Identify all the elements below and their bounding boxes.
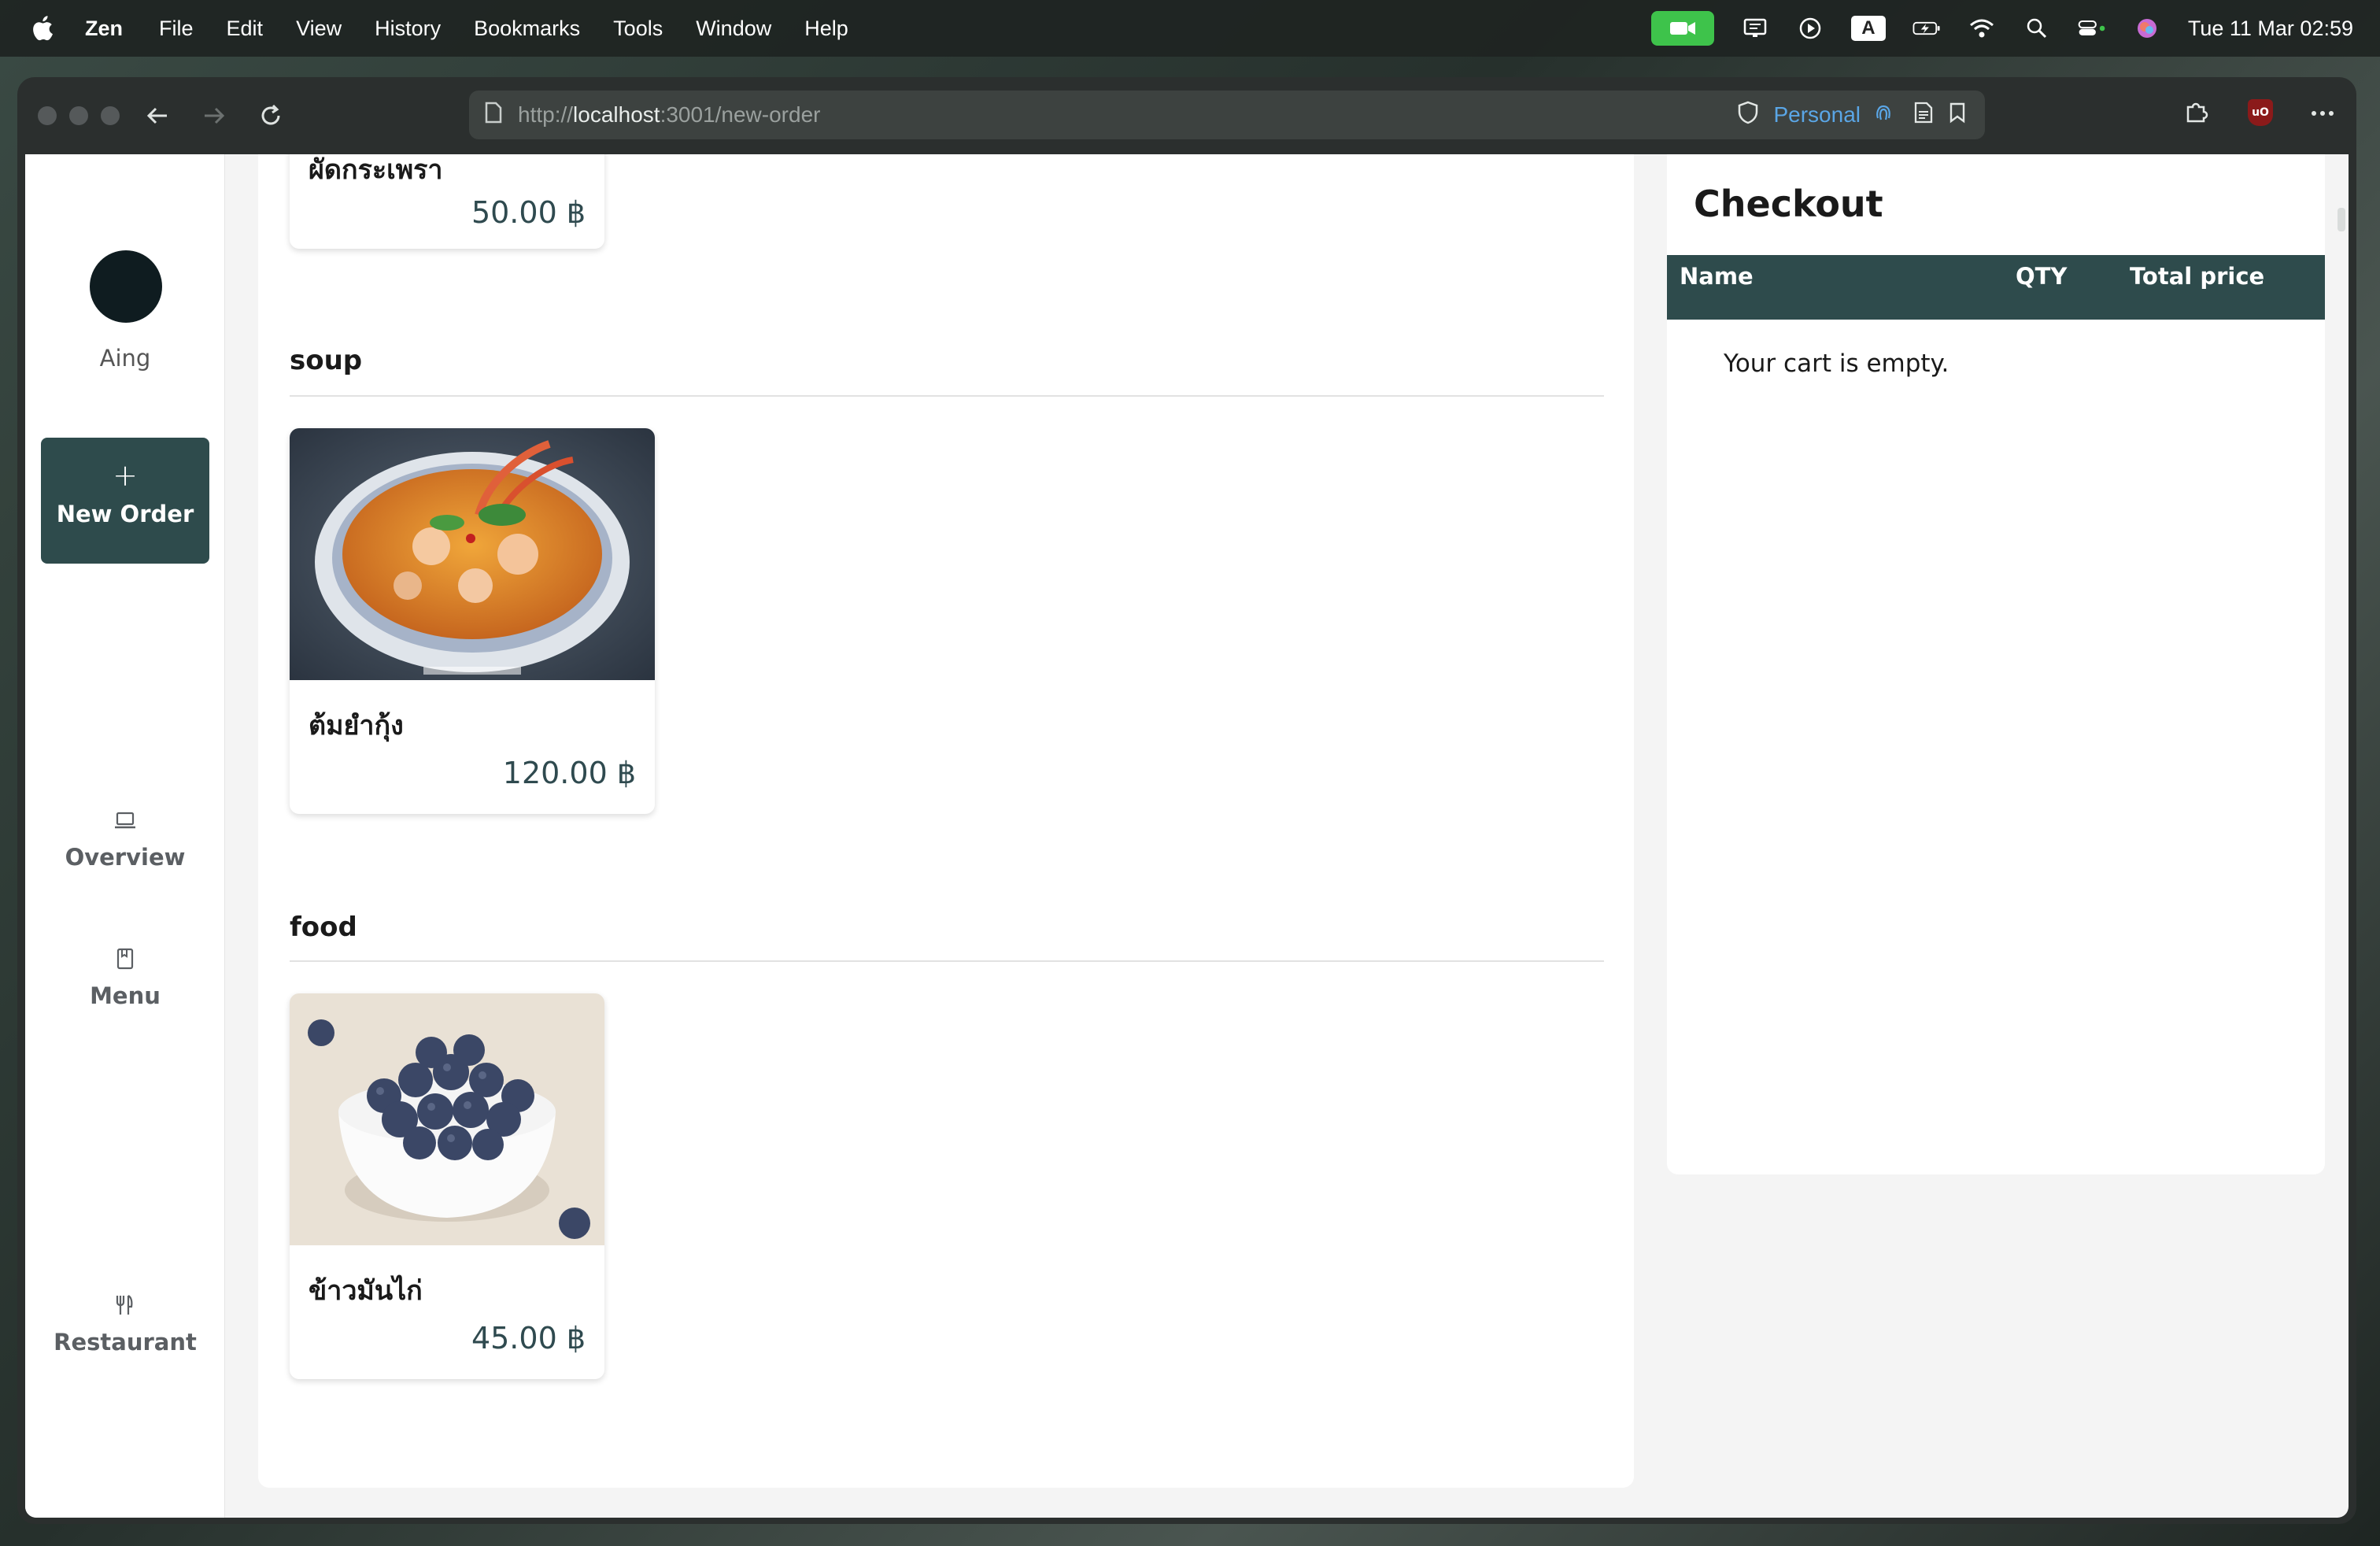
menu-item-name: ต้มยำกุ้ง	[309, 710, 404, 742]
utensils-icon	[116, 1295, 133, 1315]
menu-file[interactable]: File	[159, 17, 194, 41]
section-title-food: food	[290, 912, 357, 943]
username-label: Aing	[99, 345, 151, 372]
app-sidebar: Aing + New Order Overview Menu Restauran…	[25, 154, 225, 1518]
sidebar-item-label: Menu	[90, 982, 161, 1009]
page-icon	[485, 102, 502, 129]
ublock-origin-icon[interactable]: uO	[2248, 99, 2273, 126]
section-divider	[290, 960, 1604, 962]
menu-panel: ผัดกระเพรา 50.00 ฿ soup ต้มยำกุ้ง 120.00…	[258, 154, 1634, 1488]
menu-help[interactable]: Help	[804, 17, 848, 41]
checkout-table-header: Name QTY Total price	[1667, 255, 2325, 320]
menu-view[interactable]: View	[296, 17, 342, 41]
menu-item-name: ผัดกระเพรา	[309, 154, 443, 186]
control-center-icon[interactable]	[2078, 17, 2106, 40]
menu-item-price: 45.00 ฿	[471, 1321, 586, 1356]
checkout-panel: Checkout Name QTY Total price Your cart …	[1667, 154, 2325, 1174]
sidebar-item-restaurant[interactable]: Restaurant	[25, 1293, 225, 1356]
url-scheme: http://	[518, 102, 574, 127]
menu-tools[interactable]: Tools	[613, 17, 663, 41]
wifi-icon[interactable]	[1968, 17, 1996, 40]
input-source-icon[interactable]: A	[1850, 16, 1886, 41]
blueberries-bowl-photo	[290, 993, 604, 1245]
profile-label[interactable]: Personal	[1773, 102, 1861, 128]
screen-mirror-icon[interactable]	[1741, 17, 1769, 40]
browser-window: http://localhost:3001/new-order Personal	[17, 77, 2356, 1524]
url-path: :3001/new-order	[660, 102, 821, 127]
section-title-soup: soup	[290, 345, 363, 376]
back-arrow-icon[interactable]	[140, 98, 175, 133]
column-header-total-price: Total price	[2130, 263, 2265, 290]
menubar-clock[interactable]: Tue 11 Mar 02:59	[2188, 17, 2353, 41]
scrollbar-thumb[interactable]	[2338, 208, 2345, 231]
siri-icon[interactable]	[2133, 17, 2161, 40]
menu-app-name[interactable]: Zen	[85, 17, 123, 41]
spotlight-search-icon[interactable]	[2023, 17, 2051, 40]
column-header-qty: QTY	[2016, 263, 2068, 290]
battery-icon[interactable]	[1913, 17, 1941, 40]
bookmark-icon[interactable]	[1947, 102, 1968, 129]
laptop-icon	[115, 812, 135, 829]
tom-yum-soup-photo	[290, 428, 655, 680]
extensions-puzzle-icon[interactable]	[2183, 98, 2210, 128]
zoom-window-button[interactable]	[101, 106, 120, 125]
reload-icon[interactable]	[253, 98, 288, 133]
section-divider	[290, 395, 1604, 397]
url-host: localhost	[573, 102, 660, 127]
page-content: Aing + New Order Overview Menu Restauran…	[25, 154, 2349, 1518]
forward-arrow-icon[interactable]	[197, 98, 231, 133]
toolbar-extensions: uO	[2183, 98, 2334, 128]
menu-bookmarks[interactable]: Bookmarks	[474, 17, 580, 41]
plus-icon: +	[113, 458, 138, 493]
menu-item-card[interactable]: ข้าวมันไก่ 45.00 ฿	[290, 993, 604, 1379]
checkout-title: Checkout	[1694, 183, 1883, 225]
menu-item-price: 120.00 ฿	[502, 756, 636, 790]
sidebar-item-label: Restaurant	[54, 1329, 197, 1356]
new-order-button[interactable]: + New Order	[41, 438, 209, 564]
fingerprint-icon[interactable]	[1875, 102, 1892, 128]
menu-item-card[interactable]: ต้มยำกุ้ง 120.00 ฿	[290, 428, 655, 814]
column-header-name: Name	[1680, 263, 1754, 290]
empty-cart-message: Your cart is empty.	[1724, 350, 1949, 378]
menu-edit[interactable]: Edit	[227, 17, 264, 41]
close-window-button[interactable]	[38, 106, 57, 125]
menu-window[interactable]: Window	[696, 17, 771, 41]
menu-item-price: 50.00 ฿	[471, 195, 586, 230]
sidebar-item-menu[interactable]: Menu	[25, 946, 225, 1009]
apple-logo-icon[interactable]	[30, 14, 58, 43]
macos-menu-bar: Zen File Edit View History Bookmarks Too…	[0, 0, 2380, 57]
play-circle-icon[interactable]	[1796, 17, 1824, 40]
menu-history[interactable]: History	[375, 17, 441, 41]
book-icon	[116, 948, 134, 970]
browser-toolbar: http://localhost:3001/new-order Personal	[17, 77, 2356, 154]
video-camera-icon[interactable]	[1650, 11, 1714, 46]
minimize-window-button[interactable]	[69, 106, 88, 125]
reader-view-icon[interactable]	[1914, 102, 1933, 129]
sidebar-item-overview[interactable]: Overview	[25, 808, 225, 871]
more-menu-icon[interactable]	[2311, 105, 2334, 120]
menu-item-name: ข้าวมันไก่	[309, 1275, 423, 1307]
shield-icon[interactable]	[1737, 101, 1759, 130]
window-controls	[38, 106, 120, 125]
new-order-label: New Order	[56, 501, 194, 527]
menu-item-card[interactable]: ผัดกระเพรา 50.00 ฿	[290, 154, 604, 249]
sidebar-item-label: Overview	[65, 844, 186, 871]
address-bar[interactable]: http://localhost:3001/new-order Personal	[469, 91, 1985, 139]
avatar[interactable]	[90, 250, 162, 323]
